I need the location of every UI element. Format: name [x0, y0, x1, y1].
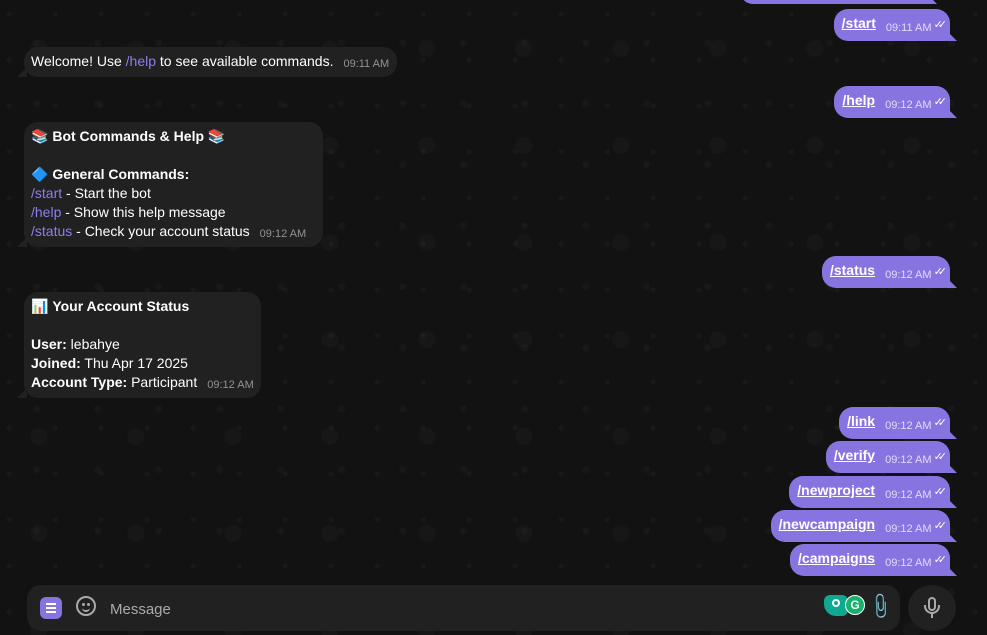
- double-check-icon: ✓✓: [933, 266, 948, 278]
- books-emoji: 📚: [207, 128, 226, 144]
- account-type-value: Participant: [127, 374, 198, 390]
- command-desc: - Check your account status: [72, 223, 250, 239]
- section-title: General Commands:: [52, 166, 190, 182]
- command-desc: - Start the bot: [62, 185, 151, 201]
- message-time: 09:11 AM: [343, 58, 390, 70]
- double-check-icon: ✓✓: [933, 520, 948, 532]
- message-text: Welcome! Use: [31, 53, 126, 69]
- double-check-icon: ✓✓: [933, 417, 948, 429]
- double-check-icon: ✓✓: [933, 486, 948, 498]
- command-link[interactable]: /start: [842, 15, 876, 31]
- command-link[interactable]: /help: [842, 92, 875, 108]
- outgoing-message[interactable]: /start 09:11 AM ✓✓: [833, 9, 958, 41]
- paperclip-icon[interactable]: 📎: [865, 591, 896, 621]
- command-link[interactable]: /campaigns: [798, 550, 875, 566]
- command-link[interactable]: /verify: [834, 447, 875, 463]
- double-check-icon: ✓✓: [933, 554, 948, 566]
- double-check-icon: ✓✓: [933, 451, 948, 463]
- user-value: lebahye: [66, 336, 120, 352]
- account-type-label: Account Type:: [31, 374, 128, 390]
- outgoing-message[interactable]: /verify 09:12 AM ✓✓: [825, 441, 958, 473]
- incoming-status-message[interactable]: 📊 Your Account Status User: lebahye Join…: [17, 292, 261, 398]
- command-link[interactable]: /link: [847, 413, 875, 429]
- diamond-emoji: 🔷: [31, 166, 49, 182]
- smile-icon[interactable]: [76, 596, 96, 616]
- message-time: 09:12 AM: [885, 523, 932, 535]
- incoming-message[interactable]: Welcome! Use /help to see available comm…: [16, 47, 398, 77]
- message-text: to see available commands.: [156, 53, 334, 69]
- incoming-help-message[interactable]: 📚 Bot Commands & Help 📚 🔷 General Comman…: [17, 122, 323, 247]
- message-time: 09:12 AM: [259, 228, 307, 240]
- message-time: 09:11 AM: [885, 22, 932, 34]
- message-time: 09:12 AM: [207, 379, 254, 391]
- message-composer: G 📎: [27, 585, 900, 631]
- message-time: 09:12 AM: [885, 557, 932, 569]
- grammarly-icon[interactable]: G: [845, 595, 865, 615]
- user-label: User:: [31, 336, 67, 352]
- command-link[interactable]: /help: [31, 204, 61, 220]
- outgoing-message[interactable]: /link 09:12 AM ✓✓: [839, 407, 957, 439]
- command-link[interactable]: /status: [31, 223, 72, 239]
- message-time: 09:12 AM: [885, 489, 932, 501]
- outgoing-message[interactable]: /campaigns 09:12 AM ✓✓: [790, 544, 957, 576]
- bot-menu-icon[interactable]: [40, 597, 62, 619]
- outgoing-message[interactable]: /status 09:12 AM ✓✓: [821, 256, 958, 288]
- joined-value: Thu Apr 17 2025: [80, 355, 188, 371]
- command-link[interactable]: /newcampaign: [779, 516, 875, 532]
- double-check-icon: ✓✓: [933, 19, 948, 31]
- command-link[interactable]: /help: [126, 53, 156, 69]
- outgoing-message[interactable]: /newcampaign 09:12 AM ✓✓: [770, 510, 958, 542]
- message-time: 09:12 AM: [885, 454, 932, 466]
- microphone-icon[interactable]: [908, 585, 956, 631]
- books-emoji: 📚: [31, 128, 49, 144]
- command-link[interactable]: /newproject: [797, 482, 875, 498]
- help-title: Bot Commands & Help: [52, 128, 205, 144]
- command-link[interactable]: /start: [31, 185, 62, 201]
- message-time: 09:12 AM: [885, 420, 932, 432]
- chart-emoji: 📊: [31, 298, 49, 314]
- status-title: Your Account Status: [52, 298, 190, 314]
- outgoing-message[interactable]: /newproject 09:12 AM ✓✓: [789, 476, 957, 508]
- command-desc: - Show this help message: [61, 204, 226, 220]
- message-time: 09:12 AM: [885, 269, 932, 281]
- joined-label: Joined:: [31, 355, 81, 371]
- message-time: 09:12 AM: [885, 99, 932, 111]
- double-check-icon: ✓✓: [933, 96, 948, 108]
- command-link[interactable]: /status: [830, 262, 875, 278]
- outgoing-message-partial[interactable]: [740, 0, 937, 4]
- outgoing-message[interactable]: /help 09:12 AM ✓✓: [834, 86, 957, 118]
- message-input[interactable]: [108, 597, 812, 621]
